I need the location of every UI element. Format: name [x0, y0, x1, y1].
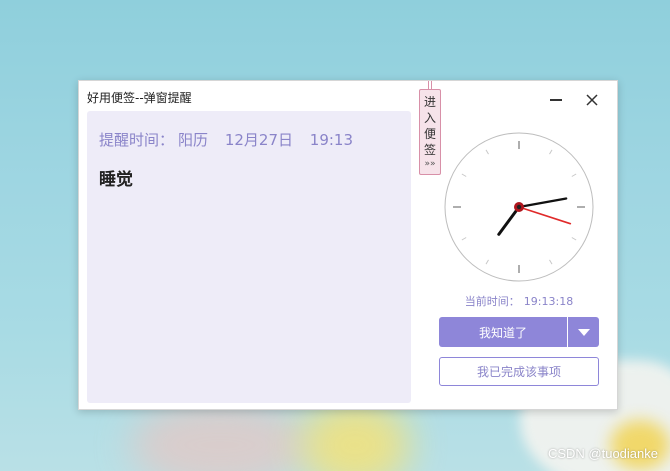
- acknowledge-split-button: 我知道了: [439, 317, 599, 347]
- remind-label: 提醒时间：: [99, 131, 175, 149]
- acknowledge-button[interactable]: 我知道了: [439, 317, 567, 347]
- close-button[interactable]: [583, 91, 601, 109]
- window-title: 好用便签--弹窗提醒: [87, 91, 192, 105]
- close-icon: [586, 94, 598, 106]
- note-content: 睡觉: [99, 170, 133, 190]
- note-panel: 提醒时间： 阳历 12月27日 19:13 睡觉: [87, 111, 411, 403]
- reminder-popup-window: 好用便签--弹窗提醒 提醒时间： 阳历 12月27日 19:13 睡觉 进 入 便…: [78, 80, 618, 410]
- triangle-down-icon: [577, 328, 590, 336]
- enter-tab-char: 便: [423, 127, 436, 141]
- minimize-icon: [550, 99, 562, 101]
- current-time-value: 19:13:18: [523, 295, 574, 308]
- clock-center-pin: [516, 204, 522, 210]
- current-time-label: 当前时间：: [464, 295, 520, 308]
- double-arrow-icon: »»: [424, 159, 436, 169]
- enter-tab-char: 签: [423, 143, 436, 157]
- analog-clock: [444, 132, 594, 282]
- remind-time: 提醒时间： 阳历 12月27日 19:13: [99, 129, 357, 150]
- remind-time-value: 19:13: [309, 131, 354, 149]
- split-divider: [567, 317, 568, 347]
- remind-date: 12月27日: [224, 131, 293, 149]
- minimize-button[interactable]: [547, 91, 565, 109]
- snooze-dropdown-button[interactable]: [568, 317, 599, 347]
- background-flower-pink: [130, 400, 310, 471]
- calendar-type: 阳历: [178, 131, 209, 149]
- background-flower-stamen: [610, 420, 670, 470]
- watermark: CSDN @tuodianke: [547, 446, 658, 461]
- enter-tab-char: 入: [423, 111, 436, 125]
- enter-notes-tab[interactable]: 进 入 便 签 »»: [419, 89, 441, 175]
- enter-tab-char: 进: [423, 95, 436, 109]
- current-time: 当前时间： 19:13:18: [439, 293, 599, 309]
- background-flower-yellow: [300, 400, 410, 471]
- mark-done-button[interactable]: 我已完成该事项: [439, 357, 599, 386]
